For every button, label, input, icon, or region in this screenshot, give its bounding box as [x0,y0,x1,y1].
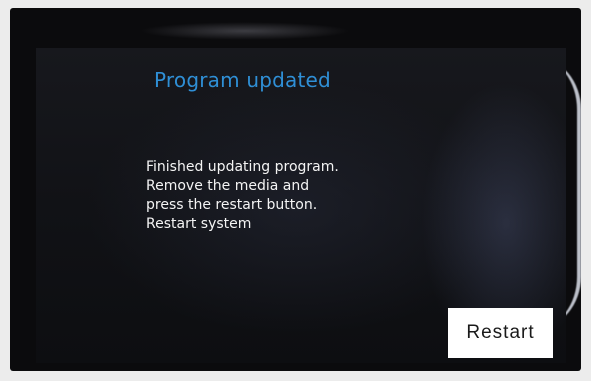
top-glare [140,22,350,40]
restart-button[interactable]: Restart [448,308,553,358]
message-line: Finished updating program. [146,159,339,175]
photo-frame: Program updated Finished updating progra… [0,0,591,381]
message-line: Remove the media and [146,178,310,194]
status-message: Finished updating program. Remove the me… [146,158,339,234]
message-line: press the restart button. [146,197,318,213]
display-screen: Program updated Finished updating progra… [36,48,566,363]
message-line: Restart system [146,216,252,232]
display-bezel: Program updated Finished updating progra… [10,8,581,371]
screen-title: Program updated [154,68,331,92]
